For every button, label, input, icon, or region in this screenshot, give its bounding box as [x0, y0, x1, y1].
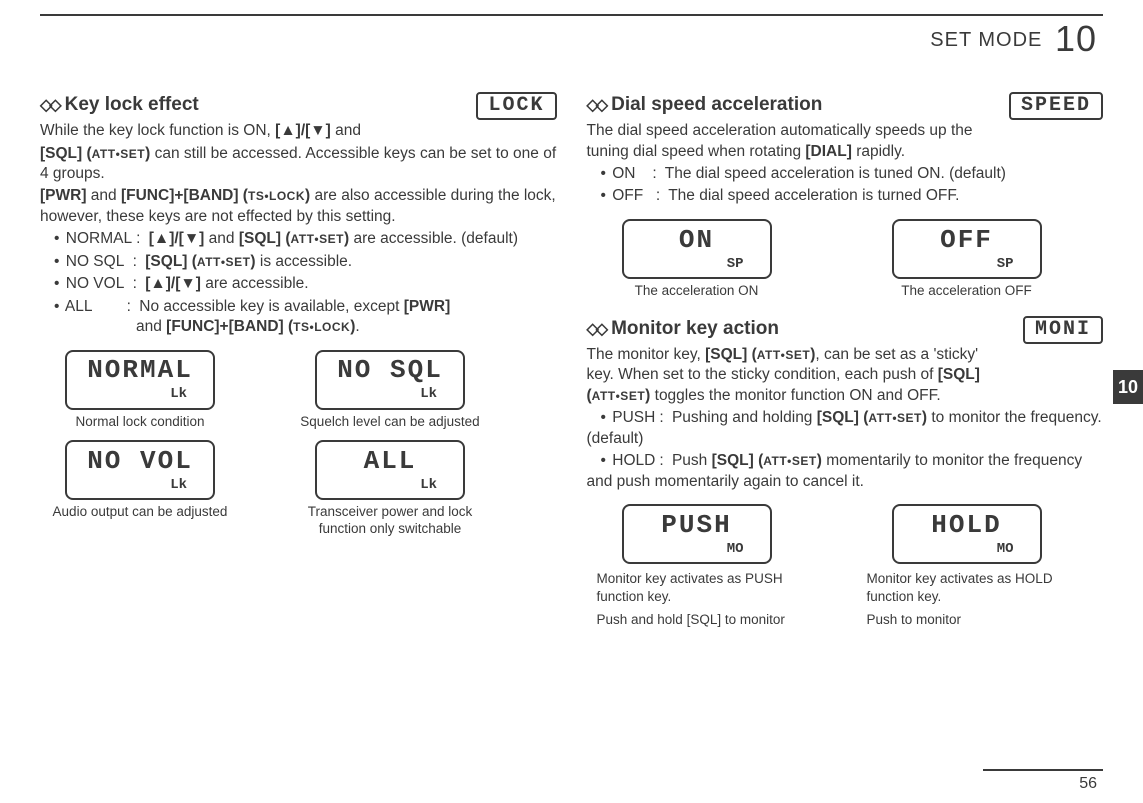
chapter-number: 10 [1055, 18, 1097, 59]
opt-speed-on: • ON : The dial speed acceleration is tu… [587, 164, 1104, 184]
opt-all: • ALL : No accessible key is available, … [40, 297, 557, 338]
fig-nosql: NO SQLLk Squelch level can be adjusted [290, 350, 490, 431]
page-header: SET MODE 10 [930, 18, 1097, 60]
dialspeed-intro: The dial speed acceleration automaticall… [587, 122, 973, 159]
diamond-icon: ◇◇ [587, 97, 606, 114]
lcd-speed: SPEED [1009, 92, 1103, 120]
section-monitor: ◇◇Monitor key action The monitor key, [S… [587, 316, 1104, 629]
keylock-para-1: [SQL] (ATT•SET) can still be accessed. A… [40, 144, 557, 185]
manual-page: SET MODE 10 10 ◇◇Key lock effect While t… [0, 0, 1143, 803]
right-column: ◇◇Dial speed acceleration The dial speed… [587, 92, 1104, 645]
section-label: SET MODE [930, 29, 1042, 51]
opt-speed-off: • OFF : The dial speed acceleration is t… [587, 186, 1104, 206]
keylock-intro: While the key lock function is ON, [▲]/[… [40, 122, 361, 139]
fig-normal: NORMALLk Normal lock condition [40, 350, 240, 431]
keylock-figures: NORMALLk Normal lock condition NO SQLLk … [40, 350, 557, 539]
opt-nosql: • NO SQL : [SQL] (ATT•SET) is accessible… [40, 252, 557, 272]
dialspeed-figures: ONSP The acceleration ON OFFSP The accel… [587, 219, 1104, 300]
fig-speed-on: ONSP The acceleration ON [587, 219, 807, 300]
fig-push: PUSHMO Monitor key activates as PUSH fun… [587, 504, 807, 629]
section-key-lock: ◇◇Key lock effect While the key lock fun… [40, 92, 557, 538]
opt-push: • PUSH: Pushing and holding [SQL] (ATT•S… [587, 408, 1104, 449]
lcd-lock: LOCK [476, 92, 556, 120]
header-rule [40, 14, 1103, 16]
lcd-moni: MONI [1023, 316, 1103, 344]
opt-normal: • NORMAL: [▲]/[▼] and [SQL] (ATT•SET) ar… [40, 229, 557, 249]
diamond-icon: ◇◇ [40, 97, 59, 114]
fig-speed-off: OFFSP The acceleration OFF [857, 219, 1077, 300]
fig-hold: HOLDMO Monitor key activates as HOLD fun… [857, 504, 1077, 629]
fig-novol: NO VOLLk Audio output can be adjusted [40, 440, 240, 538]
heading-dial-speed: ◇◇Dial speed acceleration [587, 92, 991, 117]
footer-rule [983, 769, 1103, 771]
monitor-intro: The monitor key, [SQL] (ATT•SET), can be… [587, 346, 980, 404]
opt-novol: • NO VOL : [▲]/[▼] are accessible. [40, 274, 557, 294]
heading-key-lock: ◇◇Key lock effect [40, 92, 458, 117]
diamond-icon: ◇◇ [587, 321, 606, 338]
keylock-para-2: [PWR] and [FUNC]+[BAND] (TS•LOCK) are al… [40, 186, 557, 227]
left-column: ◇◇Key lock effect While the key lock fun… [40, 92, 557, 645]
monitor-figures: PUSHMO Monitor key activates as PUSH fun… [587, 504, 1104, 629]
fig-all: ALLLk Transceiver power and lock functio… [290, 440, 490, 538]
side-tab: 10 [1113, 370, 1143, 404]
opt-hold: • HOLD: Push [SQL] (ATT•SET) momentarily… [587, 451, 1104, 492]
heading-monitor: ◇◇Monitor key action [587, 316, 1005, 341]
section-dial-speed: ◇◇Dial speed acceleration The dial speed… [587, 92, 1104, 300]
page-number: 56 [1079, 775, 1097, 793]
